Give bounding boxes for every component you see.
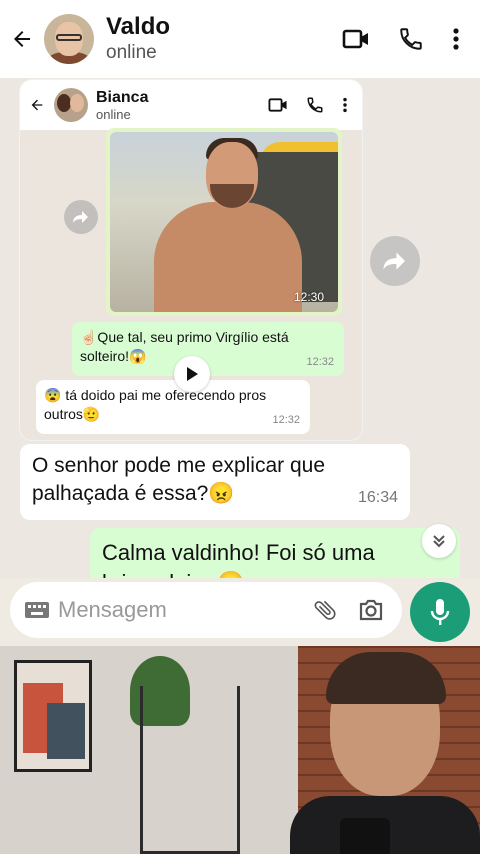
chevron-double-down-icon xyxy=(433,535,445,548)
embedded-incoming-text: 😨 tá doido pai me oferecendo pros outros… xyxy=(44,387,267,422)
back-button[interactable] xyxy=(0,0,44,78)
embedded-incoming-time: 12:32 xyxy=(272,414,300,426)
embedded-header: Bianca online xyxy=(20,80,362,130)
embedded-incoming-message[interactable]: 😨 tá doido pai me oferecendo pros outros… xyxy=(36,380,310,434)
phone-icon[interactable] xyxy=(398,26,424,52)
embedded-screenshot[interactable]: Bianca online 12:30 ☝🏻Que tal, seu primo… xyxy=(20,80,362,440)
forward-button[interactable] xyxy=(64,200,98,234)
chat-header: Valdo online xyxy=(0,0,480,78)
wall-art xyxy=(14,660,92,772)
back-arrow-icon xyxy=(31,99,43,111)
input-bar: Mensagem xyxy=(0,578,480,646)
embedded-outgoing-time: 12:32 xyxy=(306,356,334,368)
embedded-contact-status: online xyxy=(96,106,131,122)
shirtless-man-photo: 12:30 xyxy=(110,132,338,312)
forward-icon xyxy=(383,252,405,270)
play-button[interactable] xyxy=(174,356,210,392)
play-icon xyxy=(187,367,198,381)
camera-icon[interactable] xyxy=(358,598,384,622)
contact-info[interactable]: Valdo online xyxy=(106,14,342,64)
more-vert-icon[interactable] xyxy=(452,27,460,51)
video-call-icon[interactable] xyxy=(342,28,370,50)
photo-time: 12:30 xyxy=(293,290,324,304)
chat-area: Bianca online 12:30 ☝🏻Que tal, seu primo… xyxy=(0,78,480,644)
incoming-message-text: O senhor pode me explicar que palhaçada … xyxy=(32,454,326,505)
more-vert-icon xyxy=(343,97,347,113)
keyboard-icon[interactable] xyxy=(24,601,50,619)
incoming-message-time: 16:34 xyxy=(357,489,398,506)
scroll-down-button[interactable] xyxy=(422,524,456,558)
message-input[interactable]: Mensagem xyxy=(10,582,402,638)
reaction-video xyxy=(0,646,480,854)
voice-record-button[interactable] xyxy=(410,582,470,642)
incoming-message[interactable]: O senhor pode me explicar que palhaçada … xyxy=(20,444,410,520)
attach-icon[interactable] xyxy=(312,597,338,623)
phone-icon xyxy=(307,97,323,113)
contact-name: Valdo xyxy=(106,13,171,40)
photo-message[interactable]: 12:30 xyxy=(106,128,342,316)
microphone-icon xyxy=(430,599,450,625)
shelf xyxy=(140,686,240,854)
message-placeholder: Mensagem xyxy=(58,597,167,622)
contact-avatar[interactable] xyxy=(44,14,94,64)
contact-status: online xyxy=(106,42,157,63)
video-call-icon xyxy=(268,98,287,112)
embedded-avatar xyxy=(54,88,88,122)
back-arrow-icon xyxy=(14,31,30,47)
forward-button-large[interactable] xyxy=(370,236,420,286)
phone-in-hand xyxy=(340,818,390,854)
forward-icon xyxy=(73,211,88,223)
embedded-contact-name: Bianca xyxy=(96,88,149,106)
